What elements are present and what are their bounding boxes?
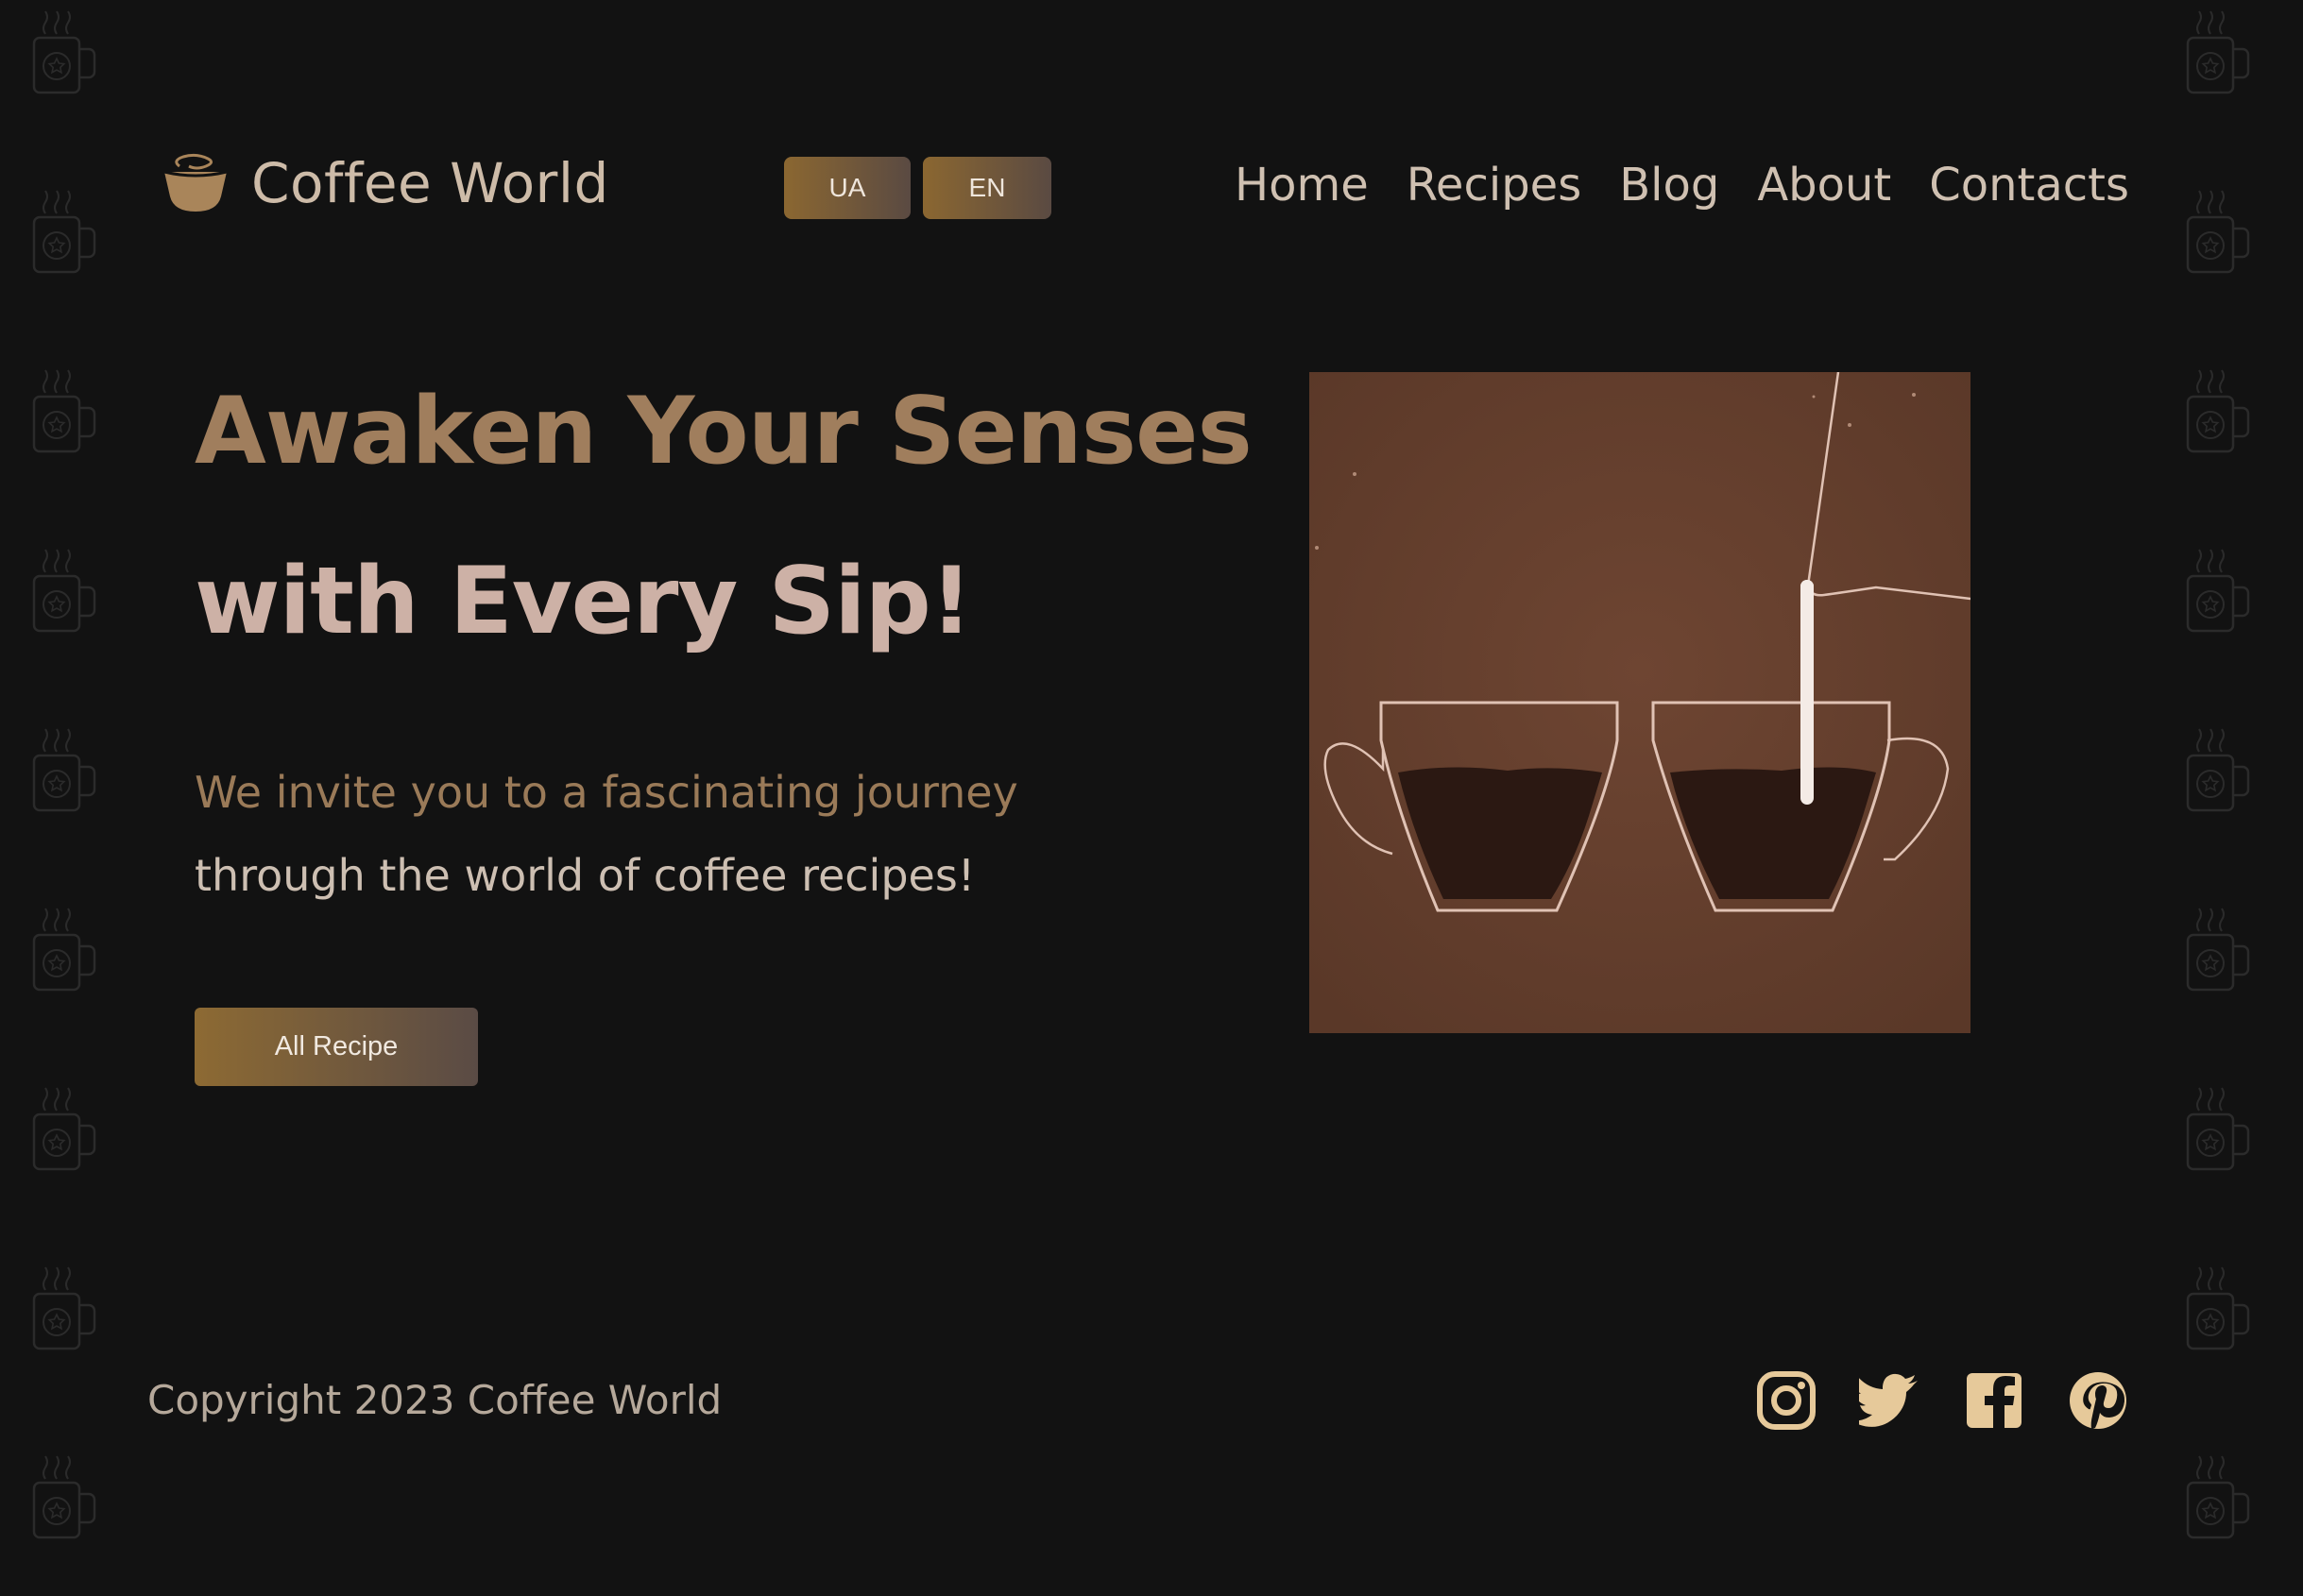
pinterest-icon	[2070, 1372, 2126, 1429]
nav-contacts[interactable]: Contacts	[1929, 159, 2129, 212]
instagram-link[interactable]	[1755, 1369, 1817, 1432]
language-en-button[interactable]: EN	[923, 157, 1051, 219]
facebook-icon	[1967, 1373, 2022, 1428]
pinterest-link[interactable]	[2067, 1369, 2129, 1432]
hero-text-line1: We invite you to a fascinating journey	[195, 767, 1018, 818]
instagram-icon	[1757, 1371, 1816, 1430]
all-recipe-button[interactable]: All Recipe	[195, 1008, 478, 1086]
brand-logo[interactable]: Coffee World	[161, 151, 609, 215]
coffee-cup-logo-icon	[163, 153, 228, 212]
hero-text-line2: through the world of coffee recipes!	[195, 850, 976, 901]
twitter-link[interactable]	[1850, 1369, 1921, 1432]
copyright-text: Copyright 2023 Coffee World	[147, 1377, 723, 1423]
main-nav: Home Recipes Blog About Contacts	[1235, 159, 2129, 212]
hero-title-line1: Awaken Your Senses	[195, 378, 1253, 485]
brand-name: Coffee World	[251, 151, 609, 215]
hero-title-line2: with Every Sip!	[195, 548, 972, 655]
twitter-icon	[1850, 1373, 1918, 1427]
nav-blog[interactable]: Blog	[1619, 159, 1719, 212]
nav-about[interactable]: About	[1757, 159, 1891, 212]
nav-home[interactable]: Home	[1235, 159, 1369, 212]
coffee-cups-illustration	[1309, 372, 1970, 1033]
facebook-link[interactable]	[1963, 1369, 2025, 1432]
language-ua-button[interactable]: UA	[784, 157, 911, 219]
nav-recipes[interactable]: Recipes	[1407, 159, 1581, 212]
